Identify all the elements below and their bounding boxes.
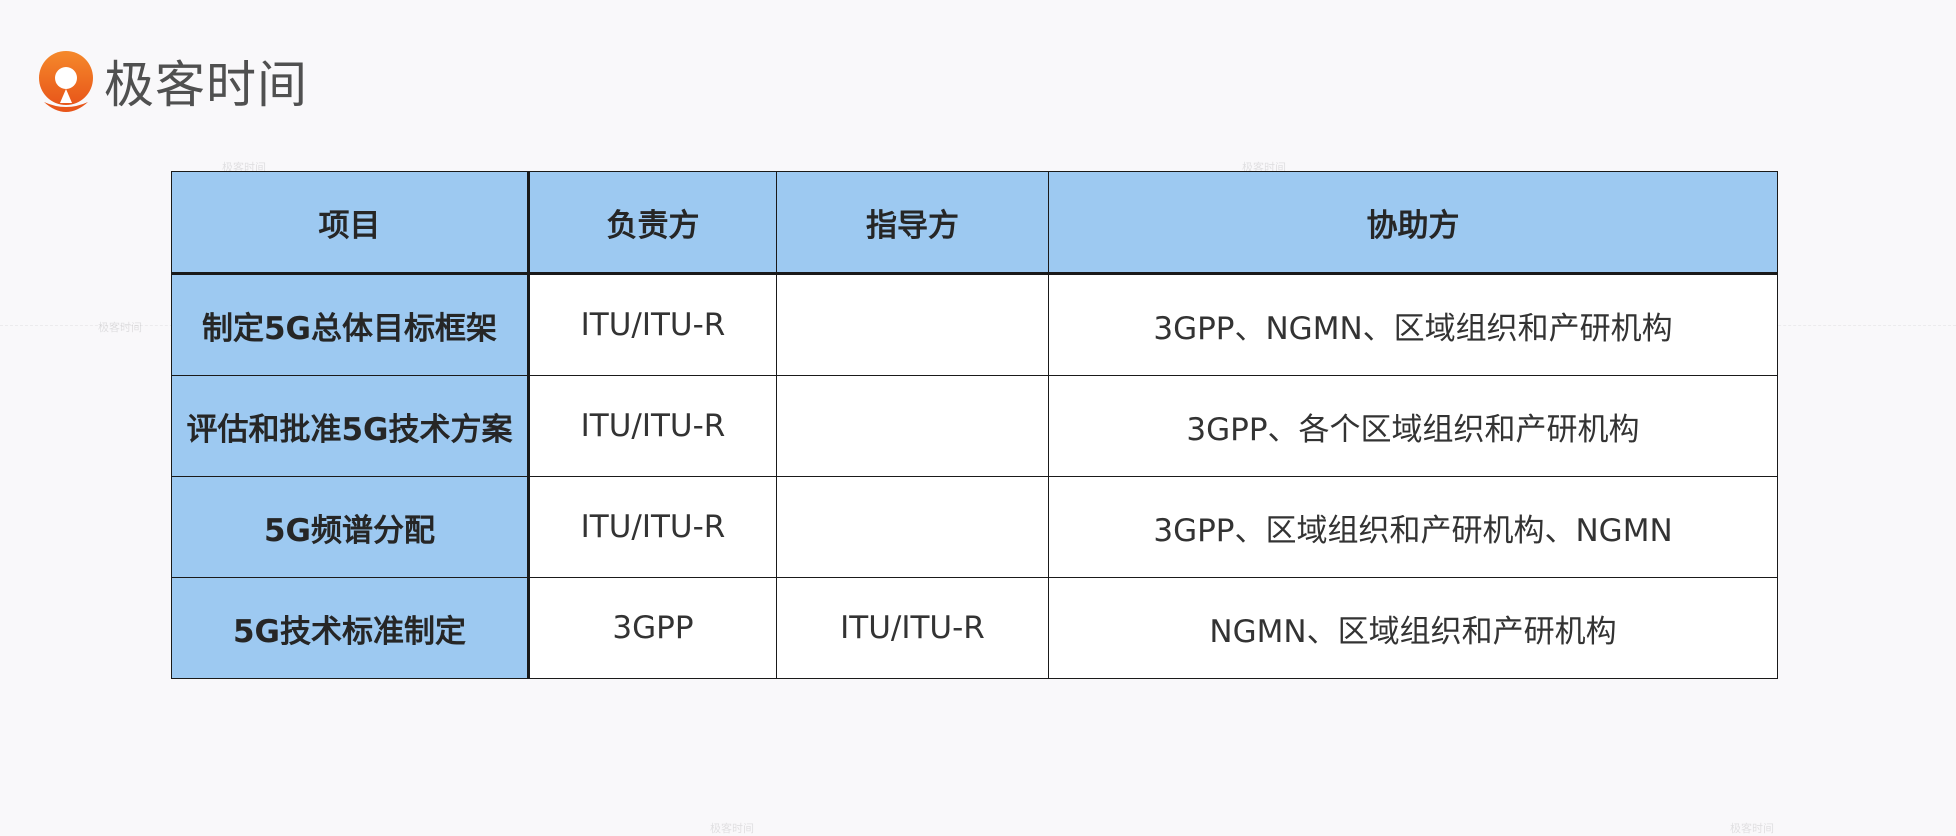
watermark: 极客时间	[710, 822, 754, 835]
watermark: 极客时间	[1730, 822, 1774, 835]
responsibility-table: 项目 负责方 指导方 协助方 制定5G总体目标框架 ITU/ITU-R 3GPP…	[171, 171, 1778, 679]
header-owner: 负责方	[528, 171, 777, 275]
row-item: 评估和批准5G技术方案	[171, 375, 530, 477]
row-owner: 3GPP	[528, 577, 777, 679]
row-assist: NGMN、区域组织和产研机构	[1048, 577, 1778, 679]
geektime-logo-icon	[39, 51, 93, 112]
row-assist: 3GPP、区域组织和产研机构、NGMN	[1048, 476, 1778, 578]
row-guide: ITU/ITU-R	[776, 577, 1049, 679]
row-assist: 3GPP、各个区域组织和产研机构	[1048, 375, 1778, 477]
row-owner: ITU/ITU-R	[528, 476, 777, 578]
row-assist: 3GPP、NGMN、区域组织和产研机构	[1048, 273, 1778, 376]
header-item: 项目	[171, 171, 530, 275]
table-row: 评估和批准5G技术方案 ITU/ITU-R 3GPP、各个区域组织和产研机构	[171, 375, 1778, 477]
row-item: 5G技术标准制定	[171, 577, 530, 679]
header-guide: 指导方	[776, 171, 1049, 275]
row-owner: ITU/ITU-R	[528, 273, 777, 376]
header-assist: 协助方	[1048, 171, 1778, 275]
row-guide	[776, 476, 1049, 578]
table-row: 5G技术标准制定 3GPP ITU/ITU-R NGMN、区域组织和产研机构	[171, 577, 1778, 679]
table-header-row: 项目 负责方 指导方 协助方	[171, 171, 1778, 275]
table-row: 制定5G总体目标框架 ITU/ITU-R 3GPP、NGMN、区域组织和产研机构	[171, 273, 1778, 376]
row-guide	[776, 375, 1049, 477]
row-item: 制定5G总体目标框架	[171, 273, 530, 376]
row-item: 5G频谱分配	[171, 476, 530, 578]
watermark: 极客时间	[98, 321, 142, 334]
row-guide	[776, 273, 1049, 376]
row-owner: ITU/ITU-R	[528, 375, 777, 477]
brand-logo: 极客时间	[36, 50, 308, 120]
table-row: 5G频谱分配 ITU/ITU-R 3GPP、区域组织和产研机构、NGMN	[171, 476, 1778, 578]
brand-name: 极客时间	[104, 56, 308, 114]
